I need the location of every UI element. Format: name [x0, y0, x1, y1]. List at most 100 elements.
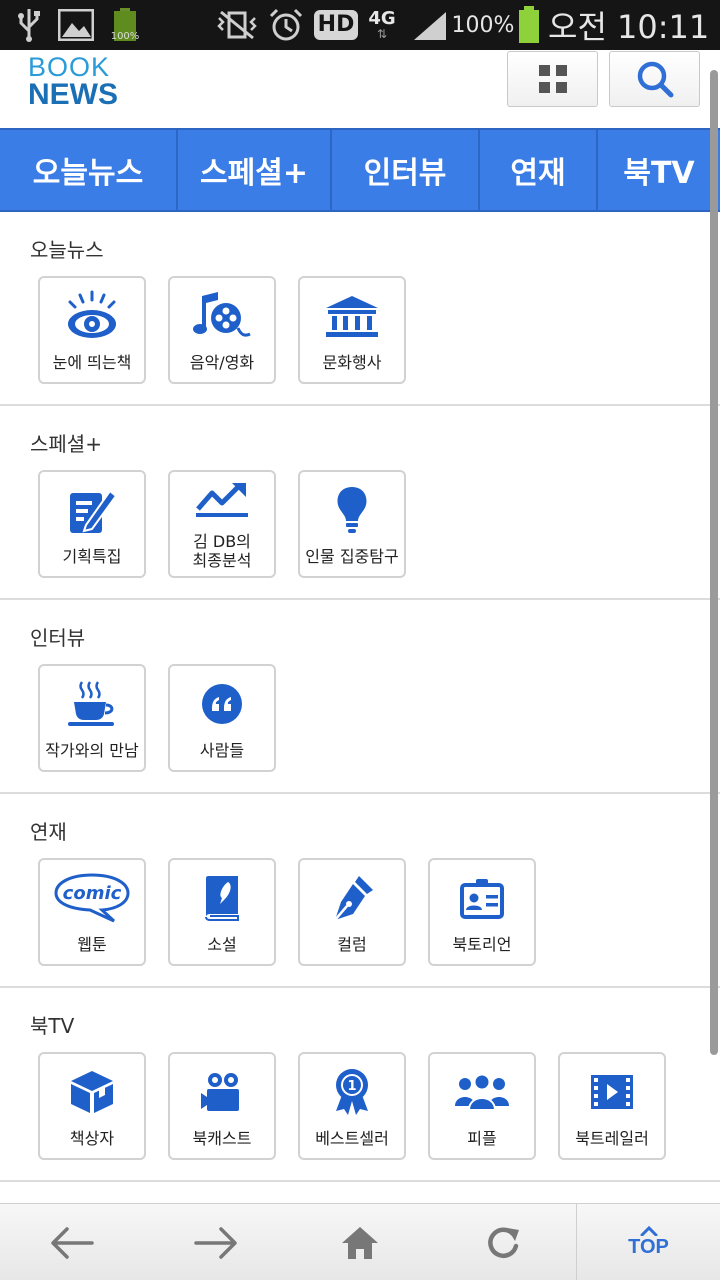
- tile-label: 사람들: [199, 741, 245, 760]
- comic-bubble-icon: comic: [40, 868, 144, 928]
- forward-button[interactable]: [174, 1204, 258, 1280]
- signal-icon: [410, 0, 450, 50]
- tile-label: 북토리언: [452, 935, 512, 954]
- menu-tile-people-tv[interactable]: 피플: [428, 1052, 536, 1160]
- menu-tile-person-focus[interactable]: 인물 집중탐구: [298, 470, 406, 578]
- forward-arrow-icon: [194, 1226, 237, 1259]
- pen-icon: [300, 868, 404, 928]
- menu-tile-novel[interactable]: 소설: [168, 858, 276, 966]
- menu-button[interactable]: [507, 51, 598, 107]
- menu-tile-final-analysis[interactable]: 김 DB의 최종분석: [168, 470, 276, 578]
- section-today-news: 오늘뉴스 눈에 띄는책 음악/영화 문화행사: [0, 212, 720, 406]
- menu-tile-planned-features[interactable]: 기획특집: [38, 470, 146, 578]
- menu-tile-book-trailer[interactable]: 북트레일러: [558, 1052, 666, 1160]
- usb-icon: [14, 0, 44, 50]
- home-button[interactable]: [318, 1204, 402, 1280]
- menu-tile-bestseller[interactable]: 1 베스트셀러: [298, 1052, 406, 1160]
- clock: 오전 10:11: [548, 8, 710, 46]
- grid-icon: [538, 65, 567, 93]
- book-news-logo[interactable]: BOOK NEWS: [28, 52, 138, 112]
- tile-label: 북트레일러: [575, 1129, 649, 1148]
- menu-tile-booktorian[interactable]: 북토리언: [428, 858, 536, 966]
- header: BOOK NEWS: [0, 50, 720, 128]
- alarm-icon: [266, 0, 306, 50]
- search-button[interactable]: [609, 51, 700, 107]
- tab-interview[interactable]: 인터뷰: [332, 130, 480, 210]
- menu-tile-cultural-events[interactable]: 문화행사: [298, 276, 406, 384]
- refresh-icon: [488, 1227, 519, 1258]
- music-film-icon: [170, 286, 274, 346]
- battery-small-label: 100%: [110, 31, 140, 42]
- scrollbar[interactable]: [710, 70, 718, 1055]
- section-title: 연재: [30, 820, 67, 844]
- quote-icon: [170, 674, 274, 734]
- edit-document-icon: [40, 480, 144, 540]
- tile-label: 음악/영화: [189, 353, 255, 372]
- section-series: 연재 comic 웹툰 소설 컬럼 북토리언: [0, 794, 720, 988]
- section-interview: 인터뷰 작가와의 만남 사람들: [0, 600, 720, 794]
- back-button[interactable]: [30, 1204, 114, 1280]
- refresh-button[interactable]: [462, 1204, 546, 1280]
- id-card-icon: [430, 868, 534, 928]
- comic-text: comic: [63, 883, 122, 904]
- tile-label: 베스트셀러: [315, 1129, 389, 1148]
- back-arrow-icon: [51, 1226, 94, 1259]
- menu-tile-book-box[interactable]: 책상자: [38, 1052, 146, 1160]
- menu-tile-music-film[interactable]: 음악/영화: [168, 276, 276, 384]
- tile-label: 웹툰: [77, 935, 107, 954]
- tile-label: 문화행사: [322, 353, 382, 372]
- tile-label: 눈에 띄는책: [52, 353, 132, 372]
- tile-label: 인물 집중탐구: [305, 547, 399, 566]
- award-number: 1: [347, 1079, 356, 1094]
- search-icon: [637, 61, 673, 98]
- battery-small-icon: [108, 0, 142, 50]
- tile-label: 북캐스트: [192, 1129, 252, 1148]
- menu-tile-column[interactable]: 컬럼: [298, 858, 406, 966]
- tile-label: 책상자: [69, 1129, 115, 1148]
- box-icon: [40, 1062, 144, 1122]
- menu-tile-notable-books[interactable]: 눈에 띄는책: [38, 276, 146, 384]
- main-nav: 오늘뉴스 스페셜+ 인터뷰 연재 북TV: [0, 128, 720, 212]
- page: 100% HD 4G ⇅ 100% 오전 10:11 BOOK NEWS 오늘뉴…: [0, 0, 720, 1280]
- museum-icon: [300, 286, 404, 346]
- trend-chart-icon: [170, 474, 274, 524]
- network-type-icon: 4G ⇅: [368, 8, 396, 41]
- top-label: TOP: [628, 1236, 669, 1258]
- home-icon: [342, 1226, 378, 1259]
- tab-series[interactable]: 연재: [480, 130, 598, 210]
- award-ribbon-icon: 1: [300, 1062, 404, 1122]
- lightbulb-icon: [300, 480, 404, 540]
- logo-line2: NEWS: [28, 78, 118, 111]
- book-feather-icon: [170, 868, 274, 928]
- tab-today-news[interactable]: 오늘뉴스: [0, 130, 178, 210]
- coffee-cup-icon: [40, 674, 144, 734]
- section-title: 인터뷰: [30, 626, 86, 650]
- people-icon: [430, 1062, 534, 1122]
- tile-label: 기획특집: [62, 547, 122, 566]
- tile-label: 김 DB의 최종분석: [192, 532, 252, 570]
- menu-tile-people[interactable]: 사람들: [168, 664, 276, 772]
- eye-icon: [40, 286, 144, 346]
- section-title: 스페셜+: [30, 432, 102, 456]
- chevron-up-icon: [640, 1226, 657, 1236]
- browser-bottom-bar: TOP: [0, 1203, 720, 1280]
- hd-icon: HD: [313, 0, 359, 50]
- battery-icon: [514, 0, 544, 50]
- gallery-icon: [56, 0, 96, 50]
- section-title: 북TV: [30, 1014, 75, 1038]
- battery-percent: 100%: [451, 12, 515, 38]
- mute-vibrate-icon: [216, 0, 258, 50]
- tile-label: 컬럼: [337, 935, 367, 954]
- menu-tile-bookcast[interactable]: 북캐스트: [168, 1052, 276, 1160]
- scroll-to-top-button[interactable]: TOP: [576, 1204, 720, 1280]
- tile-label: 소설: [207, 935, 237, 954]
- menu-tile-webtoon[interactable]: comic 웹툰: [38, 858, 146, 966]
- menu-tile-meet-authors[interactable]: 작가와의 만남: [38, 664, 146, 772]
- video-camera-icon: [170, 1062, 274, 1122]
- tab-special-plus[interactable]: 스페셜+: [178, 130, 332, 210]
- section-special-plus: 스페셜+ 기획특집 김 DB의 최종분석 인물 집중탐구: [0, 406, 720, 600]
- tab-book-tv[interactable]: 북TV: [598, 130, 720, 210]
- film-play-icon: [560, 1062, 664, 1122]
- section-book-tv: 북TV 책상자 북캐스트 1 베스트셀러 피플 북트레일러: [0, 988, 720, 1182]
- tile-label: 작가와의 만남: [45, 741, 139, 760]
